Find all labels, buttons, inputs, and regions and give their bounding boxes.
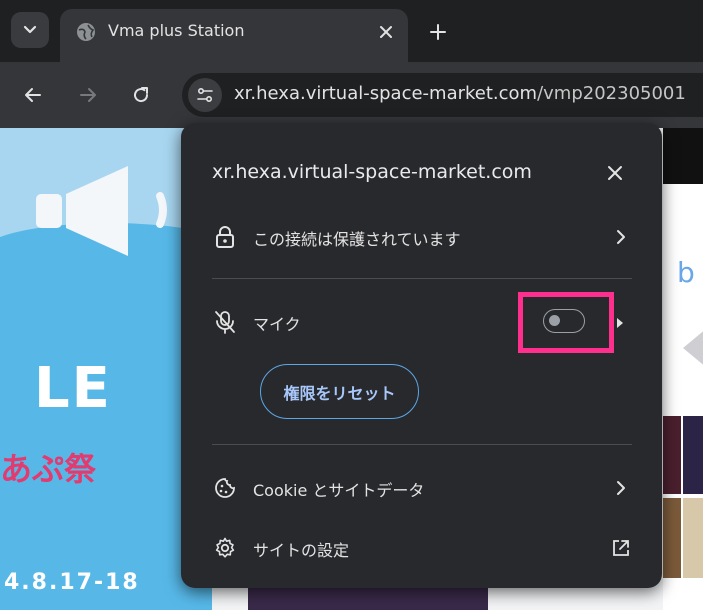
thumbnail[interactable] bbox=[683, 498, 703, 578]
cookies-label: Cookie とサイトデータ bbox=[253, 481, 425, 500]
tab-search-button[interactable] bbox=[11, 12, 49, 48]
address-bar[interactable]: xr.hexa.virtual-space-market.com/vmp2023… bbox=[182, 73, 703, 117]
reload-icon bbox=[134, 87, 149, 103]
reset-permissions-button[interactable]: 権限をリセット bbox=[260, 364, 419, 419]
tune-icon bbox=[197, 87, 213, 103]
plus-icon bbox=[430, 24, 446, 40]
thumbnail[interactable] bbox=[683, 416, 703, 494]
url-text[interactable]: xr.hexa.virtual-space-market.com/vmp2023… bbox=[234, 83, 686, 104]
arrow-right-icon bbox=[80, 88, 96, 102]
mic-off-icon bbox=[213, 310, 237, 334]
close-icon bbox=[380, 26, 392, 38]
gear-icon bbox=[213, 536, 237, 560]
lock-icon bbox=[213, 225, 237, 249]
tab-active[interactable]: Vma plus Station bbox=[60, 9, 408, 62]
chevron-right-icon bbox=[609, 476, 633, 500]
url-host: xr.hexa.virtual-space-market.com bbox=[234, 83, 538, 104]
chevron-right-icon bbox=[609, 225, 633, 249]
divider bbox=[212, 444, 632, 445]
open-in-new-icon bbox=[609, 536, 633, 560]
banner-date-text: 4.8.17-18 bbox=[4, 570, 140, 595]
connection-label: この接続は保護されています bbox=[253, 230, 461, 249]
microphone-label: マイク bbox=[253, 315, 301, 334]
cookies-row[interactable]: Cookie とサイトデータ bbox=[181, 464, 662, 512]
popup-title: xr.hexa.virtual-space-market.com bbox=[212, 161, 532, 183]
chevron-down-icon bbox=[23, 25, 37, 34]
site-info-popup: xr.hexa.virtual-space-market.com この接続は保護… bbox=[181, 123, 662, 588]
site-info-button[interactable] bbox=[188, 78, 222, 112]
site-settings-row[interactable]: サイトの設定 bbox=[181, 524, 662, 572]
new-tab-button[interactable] bbox=[423, 17, 453, 47]
carousel-arrow[interactable] bbox=[683, 328, 703, 368]
close-icon bbox=[608, 166, 622, 180]
page-right-column: b bbox=[663, 128, 703, 610]
cookie-icon bbox=[213, 476, 237, 500]
tab-strip: Vma plus Station bbox=[0, 0, 703, 62]
reload-button[interactable] bbox=[123, 77, 159, 113]
chevron-right-icon[interactable] bbox=[615, 317, 625, 329]
speaker-icon bbox=[36, 166, 167, 256]
arrow-left-icon bbox=[25, 88, 41, 102]
thumbnail[interactable] bbox=[663, 498, 681, 578]
browser-window: Vma plus Station xr.hexa.virtual-space-m… bbox=[0, 0, 703, 610]
microphone-toggle[interactable] bbox=[543, 309, 585, 333]
globe-icon bbox=[77, 23, 95, 41]
thumbnail[interactable] bbox=[663, 416, 681, 494]
back-button[interactable] bbox=[15, 77, 51, 113]
toolbar: xr.hexa.virtual-space-market.com/vmp2023… bbox=[0, 62, 703, 128]
page-right-letter: b bbox=[677, 256, 695, 289]
divider bbox=[212, 278, 632, 279]
site-settings-label: サイトの設定 bbox=[253, 541, 350, 560]
banner-big-text: LE bbox=[34, 356, 112, 421]
url-path: /vmp202305001 bbox=[537, 83, 686, 104]
tab-close-button[interactable] bbox=[373, 19, 399, 45]
forward-button[interactable] bbox=[70, 77, 106, 113]
banner-fest-text: あぷ祭 bbox=[0, 450, 97, 488]
toggle-knob bbox=[549, 315, 560, 326]
page-right-header bbox=[663, 128, 703, 184]
popup-close-button[interactable] bbox=[601, 159, 629, 187]
connection-row[interactable]: この接続は保護されています bbox=[181, 213, 662, 261]
tab-title: Vma plus Station bbox=[108, 21, 245, 40]
